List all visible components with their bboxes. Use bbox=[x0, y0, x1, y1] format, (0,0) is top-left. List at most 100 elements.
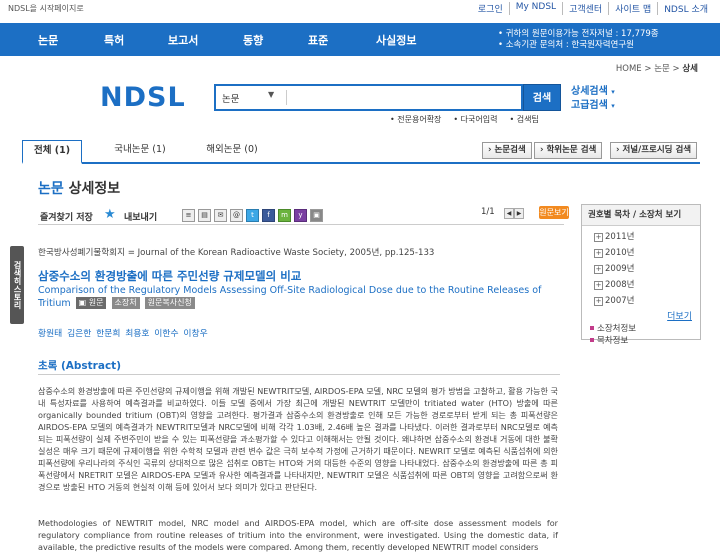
search-history-tab[interactable]: 검색히스토리 bbox=[10, 246, 24, 324]
paper-search-button[interactable]: › 논문검색 bbox=[482, 142, 532, 159]
year-label: 2008년 bbox=[605, 280, 635, 290]
side-info-links: 소장처정보 목차정보 bbox=[590, 323, 636, 347]
login-link[interactable]: 로그인 bbox=[472, 2, 509, 15]
pdf-icon: ▣ bbox=[78, 298, 87, 307]
plus-icon: + bbox=[594, 249, 603, 258]
multilingual-input-link[interactable]: • 다국어입력 bbox=[453, 114, 497, 125]
main-navigation: 논문 특허 보고서 동향 표준 사실정보 • 귀하의 원문이용가능 전자저널 :… bbox=[0, 23, 720, 56]
nav-factual-info[interactable]: 사실정보 bbox=[376, 32, 416, 48]
set-homepage-link[interactable]: NDSL을 시작페이지로 bbox=[8, 3, 84, 14]
bookmark-icon[interactable]: ▣ bbox=[310, 209, 323, 222]
year-label: 2007년 bbox=[605, 296, 635, 306]
year-item[interactable]: +2011년 bbox=[594, 229, 634, 245]
doc-icon[interactable]: ≡ bbox=[182, 209, 195, 222]
search-options: • 전문용어확장 • 다국어입력 • 검색팁 bbox=[390, 114, 539, 125]
breadcrumb-separator: > bbox=[644, 64, 652, 74]
toc-info-label: 목차정보 bbox=[597, 336, 629, 346]
result-pager: 1/1 bbox=[481, 207, 495, 217]
chevron-down-icon[interactable]: ▼ bbox=[268, 90, 274, 99]
nav-patents[interactable]: 특허 bbox=[104, 32, 124, 48]
result-tabs: 전체 (1) 국내논문 (1) 해외논문 (0) › 논문검색 › 학위논문 검… bbox=[22, 140, 700, 164]
year-item[interactable]: +2007년 bbox=[594, 293, 634, 309]
about-ndsl-link[interactable]: NDSL 소개 bbox=[657, 2, 714, 15]
favorite-save-button[interactable]: 즐겨찾기 저장 bbox=[40, 210, 93, 223]
journal-search-button[interactable]: › 저널/프로시딩 검색 bbox=[610, 142, 698, 159]
search-category-select[interactable]: 논문 bbox=[222, 91, 239, 105]
export-button[interactable]: 내보내기 bbox=[124, 210, 157, 223]
pdf-original-button[interactable]: ▣ 원문 bbox=[75, 297, 107, 309]
year-item[interactable]: +2010년 bbox=[594, 245, 634, 261]
breadcrumb-home[interactable]: HOME bbox=[616, 64, 642, 74]
journal-citation: 한국방사성폐기물학회지 = Journal of the Korean Radi… bbox=[38, 248, 435, 258]
advanced-search-link[interactable]: 고급검색 ▾ bbox=[571, 96, 615, 111]
view-original-button[interactable]: 원문보기 bbox=[539, 206, 569, 219]
search-button[interactable]: 검색 bbox=[523, 84, 561, 111]
plus-icon: + bbox=[594, 265, 603, 274]
me2day-icon[interactable]: m bbox=[278, 209, 291, 222]
bullet-icon bbox=[590, 338, 594, 342]
nav-standards[interactable]: 표준 bbox=[308, 32, 328, 48]
thesis-search-button[interactable]: › 학위논문 검색 bbox=[534, 142, 603, 159]
plus-icon: + bbox=[594, 281, 603, 290]
tab-foreign[interactable]: 해외논문 (0) bbox=[192, 140, 272, 160]
star-icon[interactable]: ★ bbox=[104, 207, 116, 222]
pdf-original-label: 원문 bbox=[88, 298, 104, 307]
year-label: 2011년 bbox=[605, 232, 635, 242]
tab-all[interactable]: 전체 (1) bbox=[22, 140, 82, 164]
yozm-icon[interactable]: y bbox=[294, 209, 307, 222]
copy-request-button[interactable]: 원문복사신청 bbox=[144, 297, 195, 309]
plus-icon: + bbox=[594, 297, 603, 306]
year-label: 2009년 bbox=[605, 264, 635, 274]
nav-trends[interactable]: 동향 bbox=[243, 32, 263, 48]
breadcrumb-current: 상세 bbox=[682, 64, 698, 74]
abstract-divider bbox=[38, 374, 560, 375]
year-list: +2011년 +2010년 +2009년 +2008년 +2007년 bbox=[594, 229, 634, 309]
prev-page-icon[interactable]: ◀ bbox=[504, 208, 514, 219]
holding-location-button[interactable]: 소장처 bbox=[111, 297, 140, 309]
journal-stats: • 귀하의 원문이용가능 전자저널 : 17,779종 • 소속기관 문의처 :… bbox=[498, 29, 659, 51]
holding-info-label: 소장처정보 bbox=[597, 324, 637, 334]
ndsl-logo[interactable]: NDSL bbox=[100, 82, 186, 113]
sitemap-link[interactable]: 사이트 맵 bbox=[608, 2, 657, 15]
term-expansion-link[interactable]: • 전문용어확장 bbox=[390, 114, 441, 125]
page-title-highlight: 논문 bbox=[38, 181, 64, 197]
article-title-english: Comparison of the Regulatory Models Asse… bbox=[38, 285, 558, 310]
search-tips-link[interactable]: • 검색팁 bbox=[509, 114, 538, 125]
customer-center-link[interactable]: 고객센터 bbox=[562, 2, 608, 15]
year-item[interactable]: +2009년 bbox=[594, 261, 634, 277]
print-icon[interactable]: ▤ bbox=[198, 209, 211, 222]
issue-toc-title: 권호별 목차 / 소장처 보기 bbox=[582, 205, 700, 226]
year-label: 2010년 bbox=[605, 248, 635, 258]
page-title-rest: 상세정보 bbox=[68, 181, 121, 197]
share-icons: ≡ ▤ ✉ @ t f m y ▣ bbox=[182, 209, 323, 222]
more-link[interactable]: 더보기 bbox=[667, 309, 692, 322]
email-icon[interactable]: @ bbox=[230, 209, 243, 222]
toc-info-link[interactable]: 목차정보 bbox=[590, 335, 636, 347]
facebook-icon[interactable]: f bbox=[262, 209, 275, 222]
abstract-heading: 초록 (Abstract) bbox=[38, 360, 121, 372]
detailed-search-link[interactable]: 상세검색 ▾ bbox=[571, 82, 615, 97]
holding-info-link[interactable]: 소장처정보 bbox=[590, 323, 636, 335]
next-page-icon[interactable]: ▶ bbox=[514, 208, 524, 219]
issue-toc-panel: 권호별 목차 / 소장처 보기 +2011년 +2010년 +2009년 +20… bbox=[581, 204, 701, 346]
abstract-english: Methodologies of NEWTRIT model, NRC mode… bbox=[38, 518, 558, 552]
bullet-icon bbox=[590, 326, 594, 330]
search-box: 논문 ▼ bbox=[214, 84, 523, 111]
year-item[interactable]: +2008년 bbox=[594, 277, 634, 293]
mail-icon[interactable]: ✉ bbox=[214, 209, 227, 222]
advanced-search-label: 고급검색 bbox=[571, 100, 608, 111]
nav-papers[interactable]: 논문 bbox=[38, 32, 58, 48]
breadcrumb-papers[interactable]: 논문 bbox=[654, 64, 670, 74]
nav-reports[interactable]: 보고서 bbox=[168, 32, 198, 48]
breadcrumb: HOME > 논문 > 상세 bbox=[616, 62, 698, 74]
search-input[interactable] bbox=[292, 89, 516, 106]
chevron-down-icon: ▾ bbox=[611, 88, 615, 96]
twitter-icon[interactable]: t bbox=[246, 209, 259, 222]
institution-contact-line: • 소속기관 문의처 : 한국원자력연구원 bbox=[498, 40, 634, 50]
plus-icon: + bbox=[594, 233, 603, 242]
tab-domestic[interactable]: 국내논문 (1) bbox=[100, 140, 180, 160]
breadcrumb-separator: > bbox=[672, 64, 680, 74]
author-list[interactable]: 황원태 김은한 한문희 최용호 이한수 이창우 bbox=[38, 326, 208, 339]
search-divider bbox=[286, 90, 287, 105]
my-ndsl-link[interactable]: My NDSL bbox=[508, 2, 562, 15]
